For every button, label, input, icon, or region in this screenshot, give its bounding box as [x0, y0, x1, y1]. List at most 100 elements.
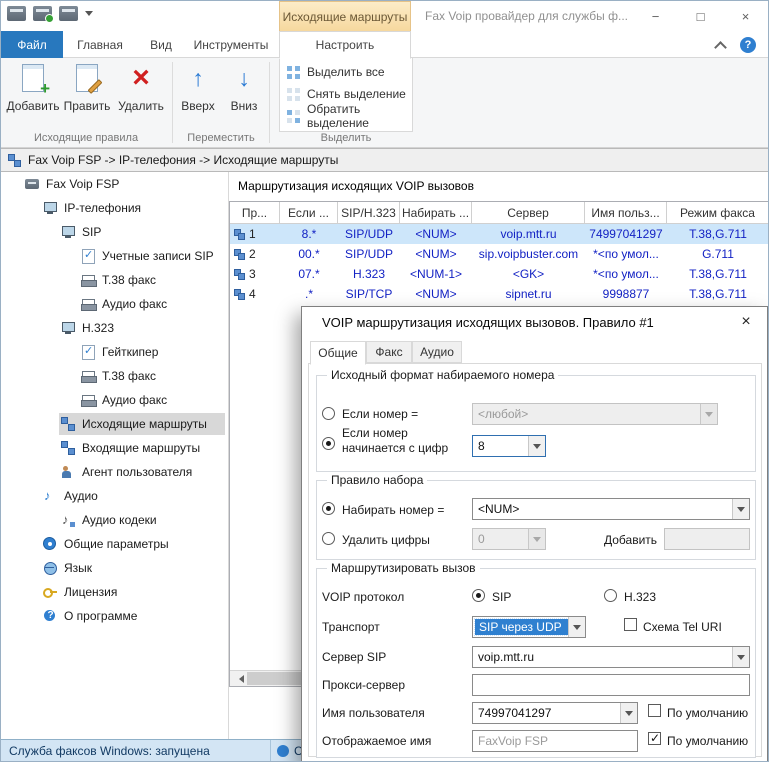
navigation-tree: Fax Voip FSP IP-телефония SIP Учетные за…: [1, 172, 229, 739]
group-dial-rule-label: Правило набора: [327, 473, 428, 487]
dialog-tab-fax[interactable]: Факс: [366, 341, 412, 363]
close-button[interactable]: ×: [723, 1, 768, 31]
tree-item-ip-telephony[interactable]: IP-телефония: [41, 197, 227, 219]
add-rule-button[interactable]: + Добавить: [6, 60, 60, 132]
select-commands-pane: Выделить все Снять выделение Обратить вы…: [279, 58, 413, 132]
fax-device-icon[interactable]: [7, 6, 26, 21]
column-header[interactable]: SIP/H.323: [338, 202, 400, 223]
tree-item-label: Исходящие маршруты: [82, 417, 207, 431]
table-row[interactable]: 3 07.* H.323 <NUM-1> <GK> *<по умол... T…: [230, 264, 768, 284]
tree-item-h323[interactable]: Н.323: [59, 317, 227, 339]
tree-item-audio-codecs[interactable]: Аудио кодеки: [59, 509, 227, 531]
proxy-server-input[interactable]: [472, 674, 750, 696]
tab-tools[interactable]: Инструменты: [185, 31, 277, 58]
dialog-tab-audio[interactable]: Аудио: [412, 341, 462, 363]
dialog-tab-general[interactable]: Общие: [310, 341, 366, 365]
cell-fax-mode: T.38,G.711: [689, 267, 747, 281]
chevron-down-icon[interactable]: [568, 617, 585, 637]
tree-item-fax-voip-fsp[interactable]: Fax Voip FSP: [23, 173, 227, 195]
tree-item-license[interactable]: Лицензия: [41, 581, 227, 603]
sip-icon: [61, 225, 75, 239]
tree-item-general-settings[interactable]: Общие параметры: [41, 533, 227, 555]
clear-selection-button[interactable]: Снять выделение: [287, 84, 410, 104]
tree-item-language[interactable]: Язык: [41, 557, 227, 579]
fax-machine-icon: [81, 393, 97, 407]
tree-item-incoming-routes[interactable]: Входящие маршруты: [59, 437, 227, 459]
rule-number: 1: [249, 227, 256, 241]
rule-icon: [234, 228, 245, 240]
table-row[interactable]: 4 .* SIP/TCP <NUM> sipnet.ru 9998877 T.3…: [230, 284, 768, 304]
proxy-server-label: Прокси-сервер: [322, 678, 405, 692]
radio-sip[interactable]: [472, 589, 485, 602]
ribbon-collapse-icon[interactable]: [714, 40, 726, 50]
tree-item-t38-fax[interactable]: Т.38 факс: [79, 269, 227, 291]
display-default-checkbox[interactable]: [648, 731, 661, 745]
transport-combo[interactable]: SIP через UDP: [472, 616, 586, 638]
tab-file[interactable]: Файл: [1, 31, 63, 58]
radio-number-starts-with[interactable]: [322, 437, 335, 450]
tree-item-audio[interactable]: Аудио: [41, 485, 227, 507]
tree-item-t38-fax-h323[interactable]: Т.38 факс: [79, 365, 227, 387]
scroll-left-icon[interactable]: [230, 671, 246, 686]
tree-item-user-agent[interactable]: Агент пользователя: [59, 461, 227, 483]
radio-dial-number[interactable]: [322, 502, 335, 515]
move-down-button[interactable]: ↓ Вниз: [223, 60, 265, 132]
breadcrumb: Fax Voip FSP -> IP-телефония -> Исходящи…: [1, 148, 768, 172]
ribbon-separator: [269, 62, 270, 143]
column-header[interactable]: Если ...: [280, 202, 338, 223]
chevron-down-icon: [528, 529, 545, 549]
column-header[interactable]: Режим факса: [667, 202, 768, 223]
username-combo[interactable]: 74997041297: [472, 702, 638, 724]
tree-item-gatekeeper[interactable]: Гейткипер: [79, 341, 227, 363]
chevron-down-icon[interactable]: [732, 647, 749, 667]
delete-rule-button[interactable]: × Удалить: [115, 60, 167, 132]
tree-item-sip-accounts[interactable]: Учетные записи SIP: [79, 245, 227, 267]
remove-digits-value: 0: [478, 532, 485, 546]
table-row[interactable]: 1 8.* SIP/UDP <NUM> voip.mtt.ru 74997041…: [230, 224, 768, 244]
digits-combo[interactable]: 8: [472, 435, 546, 457]
sip-server-combo[interactable]: voip.mtt.ru: [472, 646, 750, 668]
tree-item-about[interactable]: О программе: [41, 605, 227, 627]
tree-item-audio-fax[interactable]: Аудио факс: [79, 293, 227, 315]
maximize-button[interactable]: □: [678, 1, 723, 31]
dial-number-combo[interactable]: <NUM>: [472, 498, 750, 520]
rule-dialog: VOIP маршрутизация исходящих вызовов. Пр…: [301, 306, 768, 761]
dialog-close-button[interactable]: ×: [733, 311, 759, 333]
help-icon[interactable]: ?: [740, 37, 756, 53]
display-name-input[interactable]: [472, 730, 638, 752]
username-default-label: По умолчанию: [667, 706, 749, 720]
radio-remove-digits[interactable]: [322, 532, 335, 545]
radio-if-number-equals[interactable]: [322, 407, 335, 420]
minimize-button[interactable]: −: [633, 1, 678, 31]
username-default-checkbox[interactable]: [648, 704, 661, 717]
add-rule-label: Добавить: [6, 99, 60, 113]
tree-item-label: Входящие маршруты: [82, 441, 201, 455]
select-all-button[interactable]: Выделить все: [287, 62, 410, 82]
column-header[interactable]: Пр...: [230, 202, 280, 223]
incoming-routes-icon: [61, 441, 75, 455]
add-document-icon: +: [22, 64, 50, 98]
tree-item-outgoing-routes[interactable]: Исходящие маршруты: [59, 413, 225, 435]
radio-h323[interactable]: [604, 589, 617, 602]
tel-uri-checkbox[interactable]: [624, 618, 637, 631]
chevron-down-icon[interactable]: [528, 436, 545, 456]
column-header[interactable]: Сервер: [472, 202, 585, 223]
move-up-button[interactable]: ↑ Вверх: [177, 60, 219, 132]
column-header[interactable]: Имя польз...: [585, 202, 667, 223]
invert-selection-button[interactable]: Обратить выделение: [287, 102, 410, 130]
edit-rule-button[interactable]: Править: [61, 60, 113, 132]
qat-dropdown-icon[interactable]: [85, 11, 93, 20]
remove-digits-combo: 0: [472, 528, 546, 550]
tree-item-audio-fax-h323[interactable]: Аудио факс: [79, 389, 227, 411]
chevron-down-icon[interactable]: [732, 499, 749, 519]
chevron-down-icon[interactable]: [620, 703, 637, 723]
column-header[interactable]: Набирать ...: [400, 202, 472, 223]
table-row[interactable]: 2 00.* SIP/UDP <NUM> sip.voipbuster.com …: [230, 244, 768, 264]
printer-icon[interactable]: [59, 6, 78, 21]
tab-customize[interactable]: Настроить: [279, 31, 411, 59]
tab-view[interactable]: Вид: [137, 31, 185, 58]
send-fax-icon[interactable]: [33, 6, 54, 23]
tab-home[interactable]: Главная: [63, 31, 137, 58]
dial-number-value: <NUM>: [478, 502, 520, 516]
tree-item-sip[interactable]: SIP: [59, 221, 227, 243]
